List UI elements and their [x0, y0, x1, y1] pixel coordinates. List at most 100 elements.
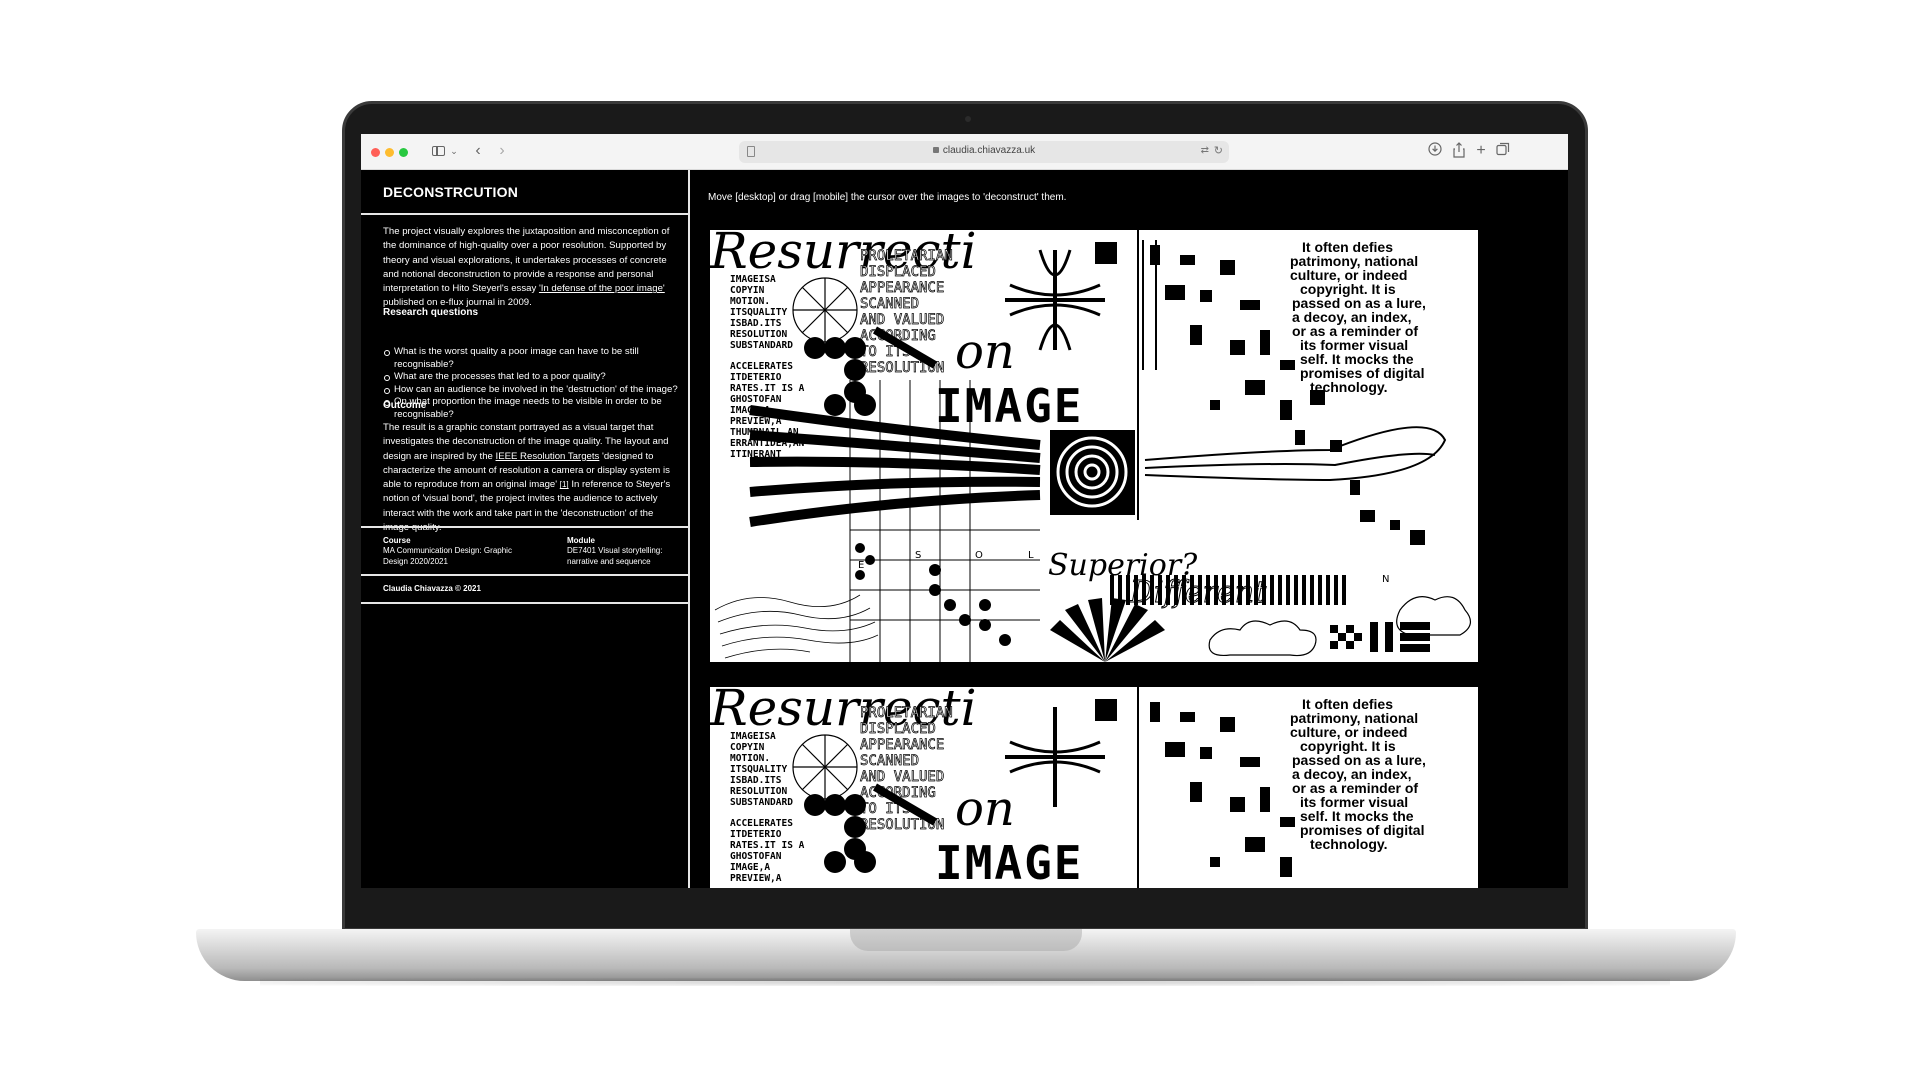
- column-line: ISBAD.ITS: [730, 775, 782, 786]
- deconstruction-artwork[interactable]: Resurrecti IMAGEISA COPYIN MOTION. ITSQU…: [710, 230, 1478, 662]
- new-tab-icon[interactable]: +: [1473, 142, 1489, 160]
- artwork-word-on: on: [955, 324, 1015, 380]
- column-line: ITDETERIO: [730, 372, 782, 383]
- column-line: ITDETERIO: [730, 829, 782, 840]
- intro-paragraph: The project visually explores the juxtap…: [383, 225, 673, 311]
- column-line: RESOLUTION: [730, 786, 787, 797]
- zoom-window-button[interactable]: [399, 148, 408, 157]
- wheel-graphic: [792, 734, 858, 800]
- instruction-text: Move [desktop] or drag [mobile] the curs…: [708, 192, 1067, 203]
- deconstruction-artwork-duplicate[interactable]: Resurrecti IMAGEISA COPYIN MOTION. ITSQU…: [710, 687, 1478, 888]
- column-line: RESOLUTION: [730, 329, 787, 340]
- column-line: ITSQUALITY: [730, 764, 787, 775]
- share-icon[interactable]: [1451, 142, 1467, 160]
- quote-line: technology.: [1310, 379, 1388, 395]
- scale-letter: E: [858, 560, 864, 571]
- wheel-graphic: [792, 277, 858, 343]
- essay-link[interactable]: 'In defense of the poor image': [539, 283, 665, 294]
- crosshair-target: [1005, 707, 1105, 807]
- column-line: MOTION.: [730, 753, 770, 764]
- column-line: SUBSTANDARD: [730, 797, 793, 808]
- minimize-window-button[interactable]: [385, 148, 394, 157]
- quote-line: technology.: [1310, 836, 1388, 852]
- scale-letter: N: [1382, 574, 1389, 585]
- outcome-heading: Outcome: [383, 400, 427, 411]
- column-line: IMAGEISA: [730, 731, 776, 742]
- dot-cluster: [804, 337, 876, 416]
- scale-letter: O: [975, 550, 983, 561]
- column-line: COPYIN: [730, 285, 765, 296]
- reference-link[interactable]: [1]: [560, 480, 569, 489]
- mid-line: APPEARANCE: [860, 280, 944, 296]
- column-line: GHOSTOFAN: [730, 851, 782, 862]
- column-line: ACCELERATES: [730, 361, 793, 372]
- dot-matrix: [855, 543, 1011, 646]
- copyright-text: Claudia Chiavazza © 2021: [383, 584, 481, 593]
- artwork-word-on: on: [955, 781, 1015, 837]
- divider: [361, 526, 688, 528]
- laptop-shadow: [260, 978, 1670, 986]
- column-line: RATES.IT IS A: [730, 840, 805, 851]
- back-arrow-icon[interactable]: ‹: [471, 142, 485, 160]
- course-label: Course: [383, 536, 411, 545]
- column-line: GHOSTOFAN: [730, 394, 782, 405]
- black-square: [1095, 242, 1117, 264]
- mid-line: SCANNED: [860, 296, 919, 312]
- scale-letter: L: [1028, 550, 1034, 561]
- url-display[interactable]: claudia.chiavazza.uk: [739, 145, 1229, 156]
- outcome-paragraph: The result is a graphic constant portray…: [383, 421, 673, 535]
- forward-arrow-icon[interactable]: ›: [495, 142, 509, 160]
- artwork-word-image: IMAGE: [935, 836, 1083, 888]
- tab-overview-icon[interactable]: [1495, 142, 1511, 160]
- checker-block: [1330, 622, 1430, 652]
- column-line: PREVIEW,A: [730, 873, 782, 884]
- camera-dot: [965, 116, 971, 122]
- list-item: What are the processes that led to a poo…: [383, 371, 678, 384]
- laptop-notch: [850, 929, 1082, 951]
- module-value: DE7401 Visual storytelling: narrative an…: [567, 546, 663, 566]
- scale-letter: S: [915, 550, 921, 561]
- column-line: IMAGE,A: [730, 862, 770, 873]
- sidebar-toggle-icon[interactable]: [431, 142, 447, 160]
- chevron-down-icon[interactable]: ⌄: [449, 142, 459, 160]
- laptop-screen: ⌄ ‹ › claudia.chiavazza.uk ⇄ ↻ + DECONST…: [361, 134, 1568, 888]
- gallery-panel: Move [desktop] or drag [mobile] the curs…: [690, 170, 1568, 888]
- mid-line: PROLETARIAN: [860, 248, 953, 264]
- column-line: ACCELERATES: [730, 818, 793, 829]
- divider: [361, 574, 688, 576]
- artwork-column-text: IMAGEISA COPYIN MOTION. ITSQUALITY ISBAD…: [730, 731, 805, 884]
- page-title: DECONSTRCUTION: [383, 184, 519, 200]
- list-item: What is the worst quality a poor image c…: [383, 346, 678, 371]
- mid-line: SCANNED: [860, 753, 919, 769]
- column-line: IMAGEISA: [730, 274, 776, 285]
- research-heading: Research questions: [383, 307, 479, 318]
- column-line: SUBSTANDARD: [730, 340, 793, 351]
- project-info-panel: DECONSTRCUTION The project visually expl…: [361, 170, 690, 888]
- artwork-word-image: IMAGE: [935, 379, 1083, 433]
- list-item: On what proportion the image needs to be…: [383, 396, 678, 421]
- close-window-button[interactable]: [371, 148, 380, 157]
- black-square: [1095, 699, 1117, 721]
- mid-line: DISPLACED: [860, 264, 936, 280]
- column-line: RATES.IT IS A: [730, 383, 805, 394]
- address-bar[interactable]: claudia.chiavazza.uk ⇄ ↻: [739, 141, 1229, 163]
- column-line: COPYIN: [730, 742, 765, 753]
- reload-icon[interactable]: ↻: [1214, 144, 1223, 157]
- artwork-quote: It often defies patrimony, national cult…: [1290, 239, 1426, 395]
- course-value: MA Communication Design: Graphic Design …: [383, 546, 512, 566]
- mid-line: AND VALUED: [860, 769, 944, 785]
- crosshair-target: [1005, 249, 1105, 351]
- ieee-link[interactable]: IEEE Resolution Targets: [496, 451, 600, 462]
- web-page: DECONSTRCUTION The project visually expl…: [361, 170, 1568, 888]
- lock-icon: [932, 147, 939, 153]
- column-line: ISBAD.ITS: [730, 318, 782, 329]
- download-icon[interactable]: [1427, 142, 1443, 160]
- mid-line: DISPLACED: [860, 721, 936, 737]
- divider: [361, 602, 688, 604]
- translate-icon[interactable]: ⇄: [1201, 145, 1209, 156]
- mid-line: AND VALUED: [860, 312, 944, 328]
- url-text: claudia.chiavazza.uk: [942, 145, 1036, 156]
- dot-cluster: [804, 794, 876, 873]
- concentric-target: [1050, 430, 1135, 515]
- scribble-text: [714, 594, 879, 659]
